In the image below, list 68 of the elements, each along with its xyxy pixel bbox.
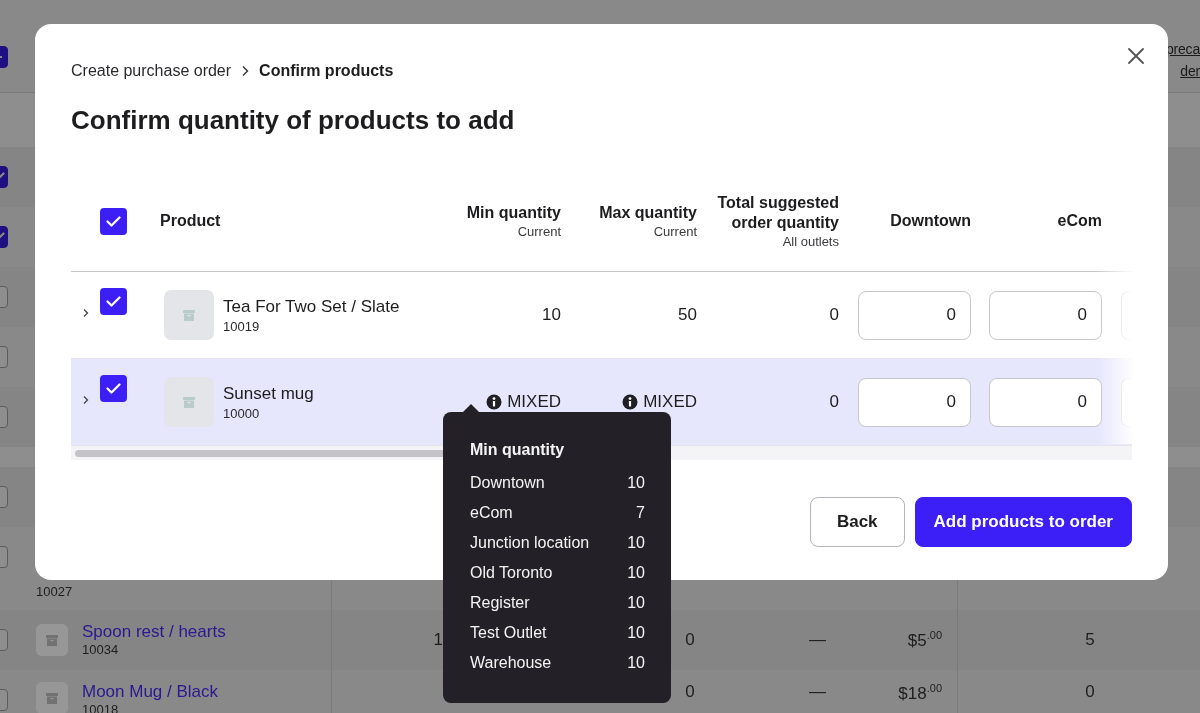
add-products-button[interactable]: Add products to order [914, 497, 1132, 547]
table-cell: 0 [829, 305, 839, 325]
back-button[interactable]: Back [809, 497, 905, 547]
table-cell: 0 [829, 392, 839, 412]
tooltip-value: 10 [627, 534, 645, 552]
tooltip-label: Junction location [470, 534, 590, 552]
breadcrumb-link[interactable]: Create purchase order [71, 62, 232, 80]
column-heading-link[interactable]: der [1180, 60, 1200, 82]
quantity-field[interactable]: 0 [858, 290, 971, 340]
box-icon [46, 634, 58, 646]
column-header: Product [160, 211, 221, 231]
tooltip-label: Warehouse [470, 654, 552, 672]
checkmark-icon [106, 215, 121, 227]
tooltip-value: 10 [627, 564, 645, 582]
tooltip-value: 10 [627, 624, 645, 642]
table-cell: 1 [433, 630, 443, 650]
tooltip-value: 10 [627, 474, 645, 492]
table-cell: MIXED [643, 392, 697, 412]
product-sku: 10000 [223, 404, 261, 422]
tooltip-label: eCom [470, 504, 513, 522]
table-cell: 0 [685, 682, 695, 702]
chevron-right-icon [241, 65, 250, 77]
table-cell: 10 [542, 305, 561, 325]
checkbox[interactable] [100, 375, 127, 402]
table-cell: $5$^{.00}$ [907, 629, 942, 651]
tooltip-label: Old Toronto [470, 564, 553, 582]
checkbox[interactable] [100, 288, 127, 315]
table-cell: MIXED [507, 392, 561, 412]
column-header: Total suggested order quantity [716, 192, 839, 233]
dialog-title: Confirm quantity of products to add [71, 105, 516, 135]
table-cell: $18$^{.00}$ [898, 682, 942, 704]
breadcrumb-current: Confirm products [259, 62, 394, 80]
tooltip-label: Test Outlet [470, 624, 547, 642]
tooltip-title: Min quantity [470, 440, 566, 460]
box-icon [183, 396, 195, 408]
column-header: eCom [1057, 211, 1102, 231]
product-sku: 10027 [36, 584, 73, 600]
column-header: Downtown [890, 211, 971, 231]
column-subheader: All outlets [782, 232, 839, 250]
product-name: Sunset mug [223, 382, 314, 405]
tooltip-value: 7 [636, 504, 645, 522]
quantity-field[interactable]: 0 [858, 377, 971, 427]
box-icon [46, 692, 58, 704]
table-cell: 5 [1085, 630, 1095, 650]
quantity-field[interactable]: 0 [989, 377, 1102, 427]
table-cell: — [809, 682, 826, 702]
column-subheader: Current [653, 222, 697, 240]
product-sku: 10034 [82, 642, 120, 658]
tooltip-value: 10 [627, 594, 645, 612]
column-subheader: Current [517, 222, 561, 240]
product-sku: 10019 [223, 317, 261, 335]
product-link[interactable]: Moon Mug / Black [82, 682, 219, 702]
checkmark-icon [106, 296, 121, 307]
quantity-field[interactable]: 0 [989, 290, 1102, 340]
column-header: Max quantity [599, 202, 697, 223]
tooltip-label: Register [470, 594, 530, 612]
table-cell: 50 [678, 305, 697, 325]
tooltip-value: 10 [627, 654, 645, 672]
table-cell: 0 [1085, 682, 1095, 702]
table-cell: 0 [685, 630, 695, 650]
tooltip-label: Downtown [470, 474, 545, 492]
column-header: Min quantity [466, 202, 561, 223]
product-name: Tea For Two Set / Slate [223, 295, 400, 318]
checkbox[interactable] [100, 207, 127, 235]
table-cell: — [809, 630, 826, 650]
checkmark-icon [106, 383, 121, 394]
close-icon [1128, 48, 1144, 64]
box-icon [183, 309, 195, 321]
